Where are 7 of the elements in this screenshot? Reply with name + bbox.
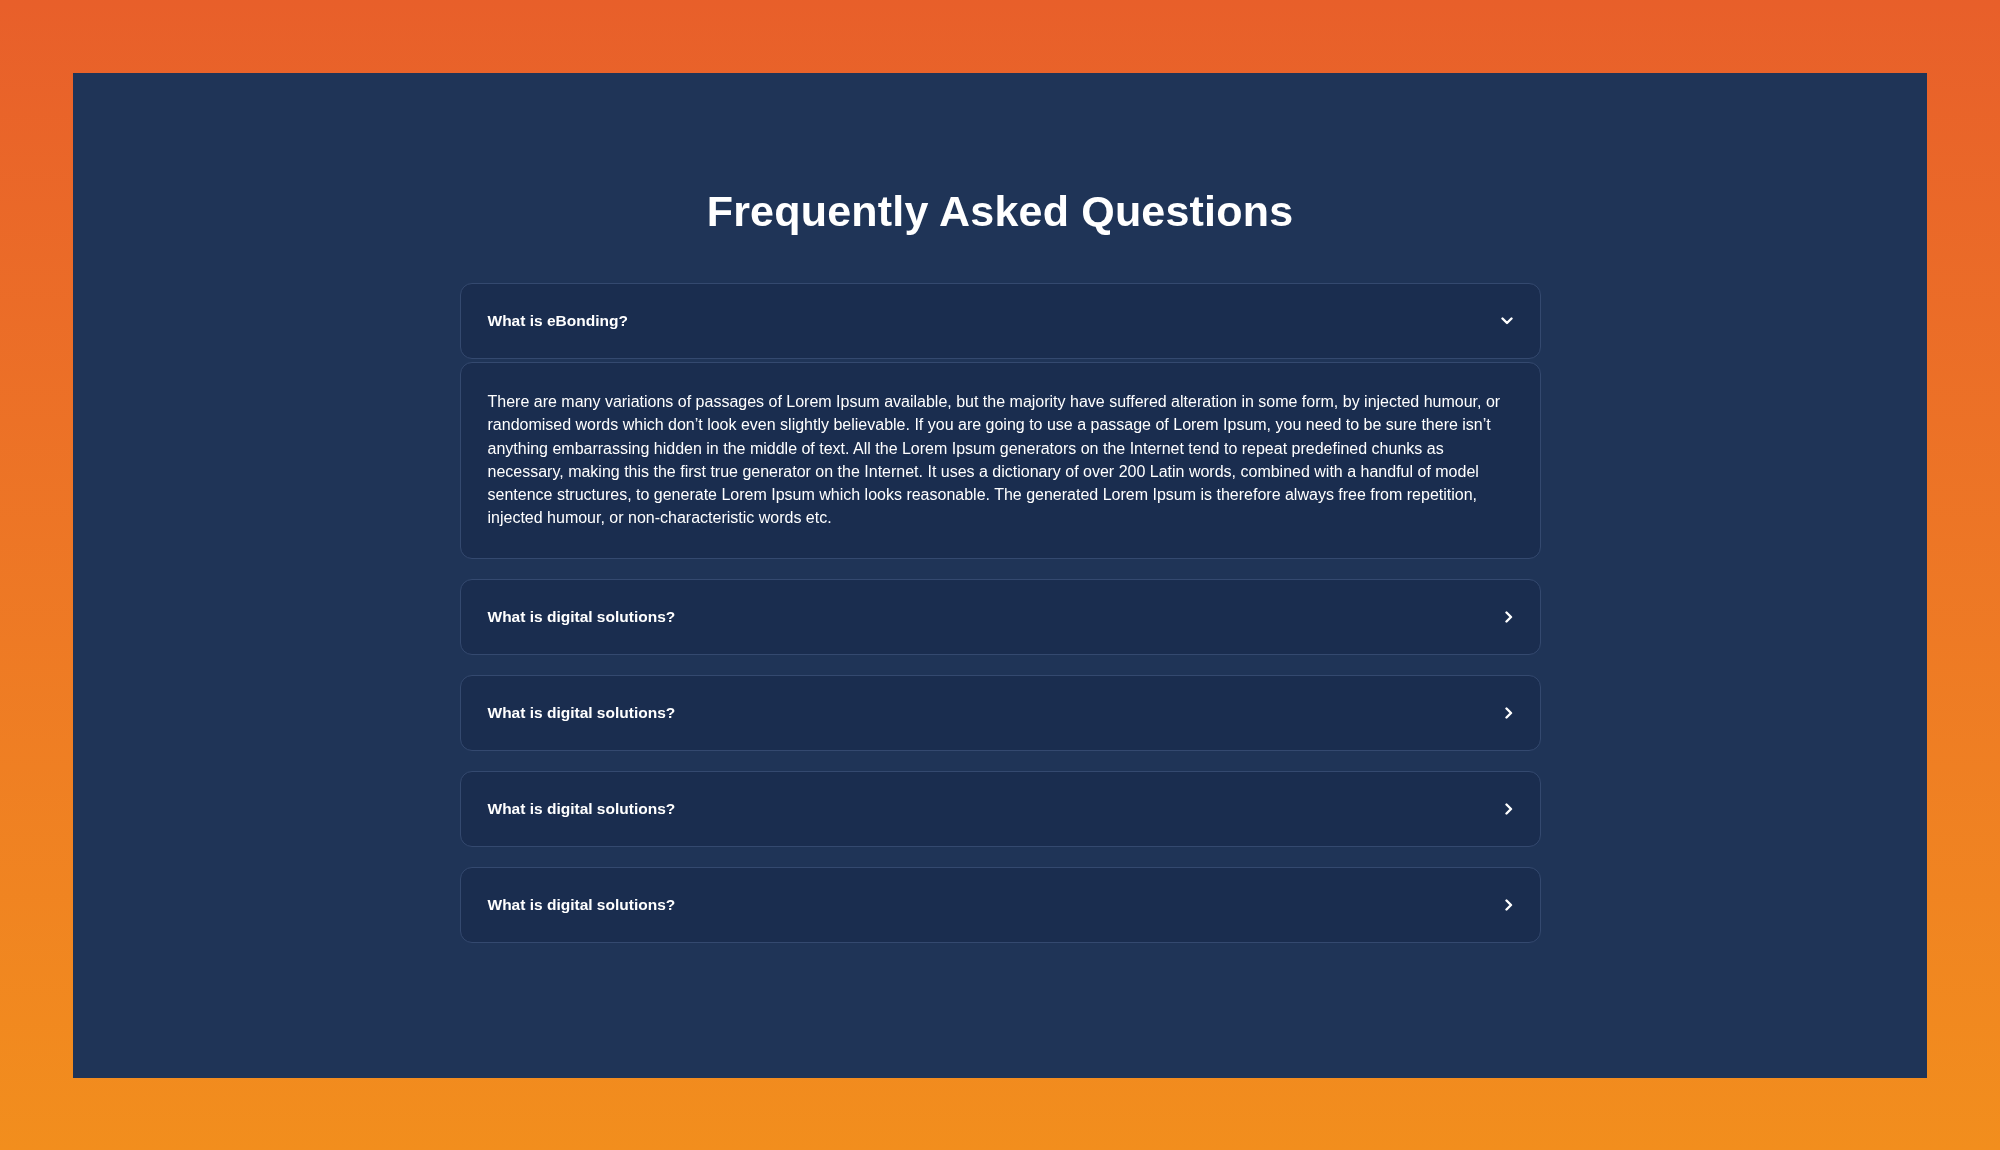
page-title: Frequently Asked Questions xyxy=(706,186,1294,237)
faq-question[interactable]: What is digital solutions? xyxy=(459,674,1541,751)
faq-question[interactable]: What is digital solutions? xyxy=(459,866,1541,943)
faq-question[interactable]: What is digital solutions? xyxy=(459,770,1541,847)
faq-question[interactable]: What is digital solutions? xyxy=(459,578,1541,655)
faq-answer: There are many variations of passages of Lorem Ipsum available, but the majority have suffered alteration in some form, by injected humour, or randomised words which don’t look even slightly believable. If you are going to use a passage of Lorem Ipsum, you need to be sure there isn’t anything embarrassing hidden in the middle of text. All the Lorem Ipsum generators on the Internet tend to repeat predefined chunks as necessary, making this the first true generator on the Internet. It uses a dictionary of over 200 Latin words, combined with a handful of model sentence structures, to generate Lorem Ipsum which looks reasonable. The generated Lorem Ipsum is therefore always free from repetition, injected humour, or non-characteristic words etc. xyxy=(487,392,1502,529)
faq-question[interactable]: What is eBonding? xyxy=(459,283,1541,359)
